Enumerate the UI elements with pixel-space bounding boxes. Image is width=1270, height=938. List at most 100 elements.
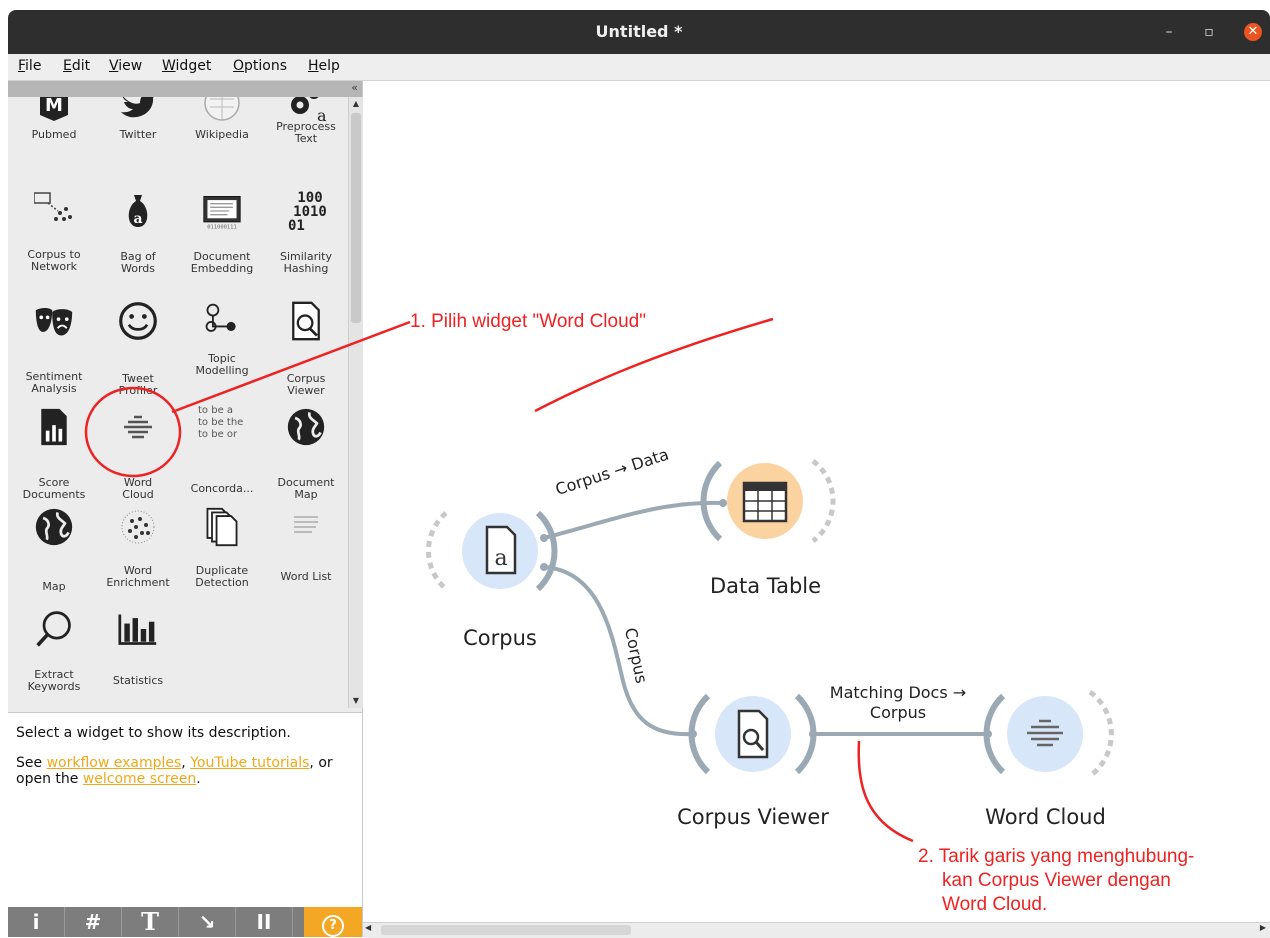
widget-document-map[interactable]: Document Map <box>264 405 346 513</box>
widget-tweet-profiler[interactable]: Tweet Profiler <box>96 299 180 407</box>
document-embedding-icon: 011000111 <box>203 196 241 230</box>
widget-label: Similarity Hashing <box>279 250 332 275</box>
widget-description-panel: Select a widget to show its description.… <box>8 712 362 908</box>
topic-graph-icon <box>205 303 236 332</box>
menu-view[interactable]: View <box>109 58 142 74</box>
workflow-examples-link[interactable]: workflow examples <box>47 755 182 771</box>
data-table-node-label: Data Table <box>709 574 822 598</box>
widget-label: Document Map <box>277 476 335 501</box>
link-corpus-viewer[interactable] <box>543 565 694 737</box>
widget-label: Extract Keywords <box>27 668 81 693</box>
link-corpus-data[interactable] <box>543 500 724 540</box>
widget-label: Sentiment Analysis <box>25 370 83 395</box>
corpus-network-icon <box>34 192 72 221</box>
widget-label: Concorda... <box>190 482 254 495</box>
svg-text:a: a <box>494 546 507 571</box>
binary-icon: 100 1010 01 <box>288 190 327 234</box>
widget-toolbox: M Pubmed Twitter Wikipedia a Preprocess T… <box>8 97 346 708</box>
widget-corpus-to-network[interactable]: Corpus to Network <box>12 189 96 297</box>
widget-map[interactable]: Map <box>12 505 96 613</box>
widget-duplicate-detection[interactable]: Duplicate Detection <box>180 505 264 613</box>
widget-label: Bag of Words <box>120 250 156 275</box>
menu-edit[interactable]: Edit <box>63 58 90 74</box>
menu-help[interactable]: Help <box>308 58 340 74</box>
widget-pubmed[interactable]: M Pubmed <box>12 97 96 189</box>
word-cloud-node-label: Word Cloud <box>985 805 1106 829</box>
minimize-button[interactable]: – <box>1160 23 1178 41</box>
scroll-right-icon[interactable]: ▶ <box>1260 923 1266 932</box>
menu-options[interactable]: Options <box>233 58 287 74</box>
help-text: Select a widget to show its description. <box>16 725 291 741</box>
toolbox-scroll-thumb[interactable] <box>351 113 361 323</box>
bag-icon: a <box>128 195 148 227</box>
annotation-arrow-2 <box>857 740 914 843</box>
widget-extract-keywords[interactable]: Extract Keywords <box>12 607 96 708</box>
scroll-up-icon[interactable]: ▲ <box>349 97 363 111</box>
widget-label: Statistics <box>112 674 164 687</box>
grid-button[interactable]: # <box>65 907 122 937</box>
magnifier-icon <box>36 611 71 647</box>
widget-bag-of-words[interactable]: a Bag of Words <box>96 189 180 297</box>
widget-statistics[interactable]: Statistics <box>96 607 180 708</box>
widget-label: Word Cloud <box>122 476 154 501</box>
widget-label: Corpus Viewer <box>286 372 326 397</box>
close-button[interactable]: ✕ <box>1244 23 1262 41</box>
window-title: Untitled * <box>595 22 683 41</box>
widget-label: Wikipedia <box>195 128 249 141</box>
canvas-scroll-thumb[interactable] <box>381 925 631 935</box>
widget-concordance[interactable]: to be a to be the to be or Concorda... <box>180 405 264 513</box>
help-circle-icon: ? <box>322 915 344 937</box>
maximize-button[interactable]: ▫ <box>1200 23 1218 41</box>
menu-widget[interactable]: Widget <box>162 58 211 74</box>
widget-twitter[interactable]: Twitter <box>96 97 180 189</box>
workflow-canvas[interactable]: a Corpus Data Table Corpus Viewer Word C… <box>363 81 1270 937</box>
welcome-screen-link[interactable]: welcome screen <box>83 771 196 787</box>
widget-label: Map <box>42 580 66 593</box>
scroll-left-icon[interactable]: ◀ <box>365 923 371 932</box>
globe-icon <box>287 408 325 446</box>
help-button[interactable]: ? <box>304 907 362 937</box>
scroll-down-icon[interactable]: ▼ <box>349 694 363 708</box>
widget-word-enrichment[interactable]: Word Enrichment <box>96 505 180 613</box>
sidebar: « M Pubmed Twitter Wikipedia a Preproces… <box>8 81 363 937</box>
pause-button[interactable]: II <box>236 907 293 937</box>
widget-sentiment-analysis[interactable]: Sentiment Analysis <box>12 299 96 407</box>
widget-label: Twitter <box>119 128 157 141</box>
canvas-horizontal-scrollbar[interactable]: ◀ ▶ <box>363 922 1270 938</box>
widget-word-list[interactable]: Word List <box>264 505 346 613</box>
widget-label: Pubmed <box>31 128 77 141</box>
text-annotation-button[interactable]: T <box>122 907 179 937</box>
widget-preprocess-text[interactable]: a Preprocess Text <box>264 97 346 189</box>
widget-wikipedia[interactable]: Wikipedia <box>180 97 264 189</box>
document-magnifier-icon <box>292 301 320 341</box>
widget-document-embedding[interactable]: 011000111 Document Embedding <box>180 189 264 297</box>
widget-label: Score Documents <box>22 476 86 501</box>
smiley-icon <box>119 302 157 340</box>
widget-word-cloud[interactable]: Word Cloud <box>96 405 180 513</box>
link-label-viewer-cloud: Matching Docs → Corpus <box>829 683 967 722</box>
twitter-icon <box>121 97 154 118</box>
svg-text:M: M <box>45 97 63 116</box>
annotation-step-2: 2. Tarik garis yang menghubung- kan Corp… <box>918 846 1195 915</box>
help-links: See workflow examples, YouTube tutorials… <box>16 755 333 787</box>
score-document-icon <box>41 408 67 446</box>
menu-file[interactable]: File <box>18 58 41 74</box>
widget-similarity-hashing[interactable]: 100 1010 01 Similarity Hashing <box>264 189 346 297</box>
arrow-annotation-button[interactable]: ↘ <box>179 907 236 937</box>
corpus-viewer-node-label: Corpus Viewer <box>677 805 829 829</box>
widget-score-documents[interactable]: Score Documents <box>12 405 96 513</box>
theater-masks-icon <box>35 307 73 336</box>
widget-label: Word List <box>280 570 332 583</box>
youtube-tutorials-link[interactable]: YouTube tutorials <box>190 755 309 771</box>
map-globe-icon <box>35 508 73 546</box>
info-button[interactable]: i <box>8 907 65 937</box>
widget-corpus-viewer[interactable]: Corpus Viewer <box>264 299 346 407</box>
widget-topic-modelling[interactable]: Topic Modelling <box>180 299 264 407</box>
svg-text:011000111: 011000111 <box>207 224 236 230</box>
bottom-toolbar: i # T ↘ II ? <box>8 907 362 937</box>
menu-bar: File Edit View Widget Options Help <box>8 54 1270 81</box>
collapse-sidebar-icon[interactable]: « <box>351 81 358 94</box>
annotation-step-1: 1. Pilih widget "Word Cloud" <box>410 311 646 332</box>
table-icon <box>742 481 788 523</box>
toolbox-scrollbar[interactable]: ▲ ▼ <box>348 97 363 708</box>
